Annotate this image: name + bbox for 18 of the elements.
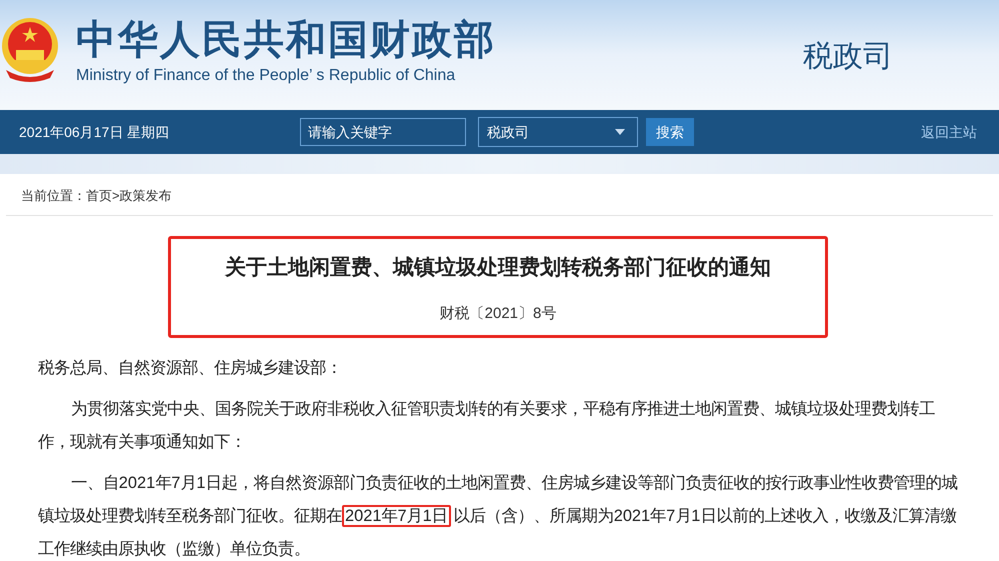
site-title: 中华人民共和国财政部 bbox=[76, 17, 496, 64]
body-paragraph: 为贯彻落实党中央、国务院关于政府非税收入征管职责划转的有关要求，平稳有序推进土地闲置费、城镇垃圾处理费划转工作，现就有关事项通知如下： bbox=[38, 399, 936, 453]
home-link[interactable]: 返回主站 bbox=[921, 122, 977, 142]
body-paragraph: 一、自2021年7月1日起，将自然资源部门负责征收的土地闲置费、住房城乡建设等部门负责征收的按行政事业性收费管理的城镇垃圾处理费划转至税务部门征收。征期在 2021年7月1日 以后（含）、所属期为2021年7月1日以前的上述收入，收缴及汇算清缴工作继续由原执收（监缴）单位负责。 bbox=[38, 473, 958, 560]
search-button[interactable]: 搜索 bbox=[646, 118, 694, 146]
breadcrumb-link[interactable]: 政策发布 bbox=[120, 186, 172, 205]
department-name: 税政司 bbox=[803, 39, 893, 75]
article-title: 关于土地闲置费、城镇垃圾处理费划转税务部门征收的通知 bbox=[225, 254, 771, 281]
document-number: 财税〔2021〕8号 bbox=[440, 304, 556, 324]
breadcrumb-label: 当前位置： bbox=[21, 186, 86, 204]
caret-icon bbox=[615, 129, 626, 135]
search-field[interactable]: 请输入关键字 bbox=[300, 118, 466, 146]
breadcrumb-link[interactable]: 首页 bbox=[86, 186, 112, 205]
salutation-text: 税务总局、自然资源部、住房城乡建设部： bbox=[38, 358, 343, 379]
scope-dropdown[interactable]: 税政司 bbox=[478, 117, 638, 147]
site-subtitle: Ministry of Finance of the People’ s Republic of China bbox=[76, 66, 456, 86]
breadcrumb-separator: > bbox=[112, 186, 120, 204]
date-text: 2021年06月17日 星期四 bbox=[19, 122, 170, 142]
